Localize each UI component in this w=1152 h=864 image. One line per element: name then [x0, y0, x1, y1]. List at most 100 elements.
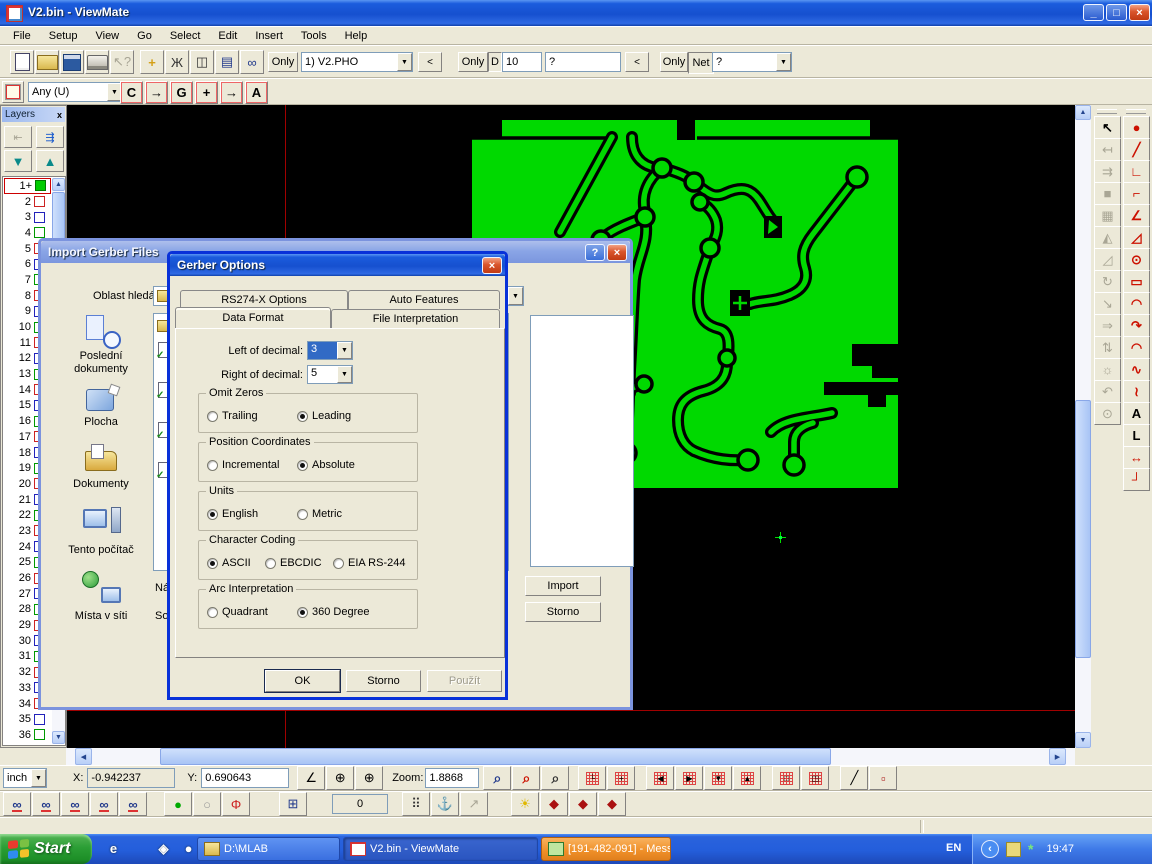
- draw-tool-button[interactable]: ↷: [1123, 314, 1150, 337]
- menu-go[interactable]: Go: [128, 30, 161, 42]
- panel-grip[interactable]: [1126, 109, 1146, 114]
- layer-insert-button[interactable]: ⇤: [4, 126, 32, 148]
- apply-button[interactable]: Použít: [427, 670, 502, 692]
- documents-icon[interactable]: [81, 443, 123, 477]
- close-button[interactable]: ×: [1129, 4, 1150, 21]
- language-indicator[interactable]: EN: [946, 842, 961, 854]
- view-mode-button[interactable]: ∞: [32, 792, 60, 816]
- layer-color-swatch[interactable]: [34, 729, 45, 740]
- edit-tool-button[interactable]: ☼: [1094, 358, 1121, 381]
- chevron-down-icon[interactable]: ▼: [31, 769, 46, 787]
- draw-tool-button[interactable]: ●: [1123, 116, 1150, 139]
- ok-button[interactable]: OK: [265, 670, 340, 692]
- highlight-button[interactable]: ○: [193, 792, 221, 816]
- any-filter-combo[interactable]: Any (U) ▼: [28, 82, 123, 102]
- highlight-toolbar-button[interactable]: C: [120, 81, 143, 104]
- panel-grip[interactable]: [1097, 109, 1117, 114]
- selection-filter-button[interactable]: [2, 81, 24, 103]
- radio-metric[interactable]: [297, 509, 308, 520]
- right-decimal-combo[interactable]: 5 ▼: [307, 365, 353, 384]
- pan-grid-button[interactable]: ▶: [675, 766, 703, 790]
- menu-file[interactable]: File: [4, 30, 40, 42]
- canvas-hscrollbar[interactable]: ◀ ▶: [66, 748, 1075, 765]
- tray-messenger-icon[interactable]: [1006, 842, 1021, 857]
- menu-view[interactable]: View: [86, 30, 128, 42]
- tray-clock[interactable]: 19:47: [1046, 843, 1074, 855]
- measure-tool-button[interactable]: ∠: [297, 766, 325, 790]
- zoom-tool-button[interactable]: ⌕: [541, 766, 569, 790]
- draw-tool-button[interactable]: ◿: [1123, 226, 1150, 249]
- view-mode-button[interactable]: ∞: [119, 792, 147, 816]
- draw-tool-button[interactable]: A: [1123, 402, 1150, 425]
- scrollbar-thumb[interactable]: [1075, 400, 1091, 658]
- view-mode-button[interactable]: ∞: [61, 792, 89, 816]
- pan-grid-button[interactable]: ╱: [840, 766, 868, 790]
- network-places-icon[interactable]: [81, 569, 123, 603]
- tab-file-interpretation[interactable]: File Interpretation: [331, 309, 500, 328]
- start-button[interactable]: Start: [0, 834, 92, 864]
- edit-tool-button[interactable]: ◭: [1094, 226, 1121, 249]
- chevron-down-icon[interactable]: ▼: [397, 53, 412, 71]
- edit-tool-button[interactable]: ↖: [1094, 116, 1121, 139]
- zoom-value[interactable]: 1.8868: [425, 768, 479, 788]
- prev-layer-button[interactable]: <: [418, 52, 442, 72]
- draw-tool-button[interactable]: ≀: [1123, 380, 1150, 403]
- canvas-vscrollbar[interactable]: ▲ ▼: [1075, 105, 1091, 748]
- chevron-down-icon[interactable]: ▼: [508, 287, 523, 305]
- highlight-toolbar-button[interactable]: G: [170, 81, 193, 104]
- flash-button[interactable]: ◆: [540, 792, 568, 816]
- layer-combo[interactable]: 1) V2.PHO ▼: [301, 52, 413, 72]
- print-toolbar-button[interactable]: [85, 50, 109, 74]
- view-toolbar-button[interactable]: +: [140, 50, 164, 74]
- zoom-tool-button[interactable]: ⌕: [512, 766, 540, 790]
- view-toolbar-button[interactable]: Ж: [165, 50, 189, 74]
- dcode-input[interactable]: 10: [502, 52, 542, 72]
- radio-ascii[interactable]: [207, 558, 218, 569]
- edit-tool-button[interactable]: ⇅: [1094, 336, 1121, 359]
- quick-launch-icon[interactable]: ◈: [154, 839, 173, 858]
- draw-tool-button[interactable]: ╱: [1123, 138, 1150, 161]
- layer-color-swatch[interactable]: [34, 212, 45, 223]
- radio-leading[interactable]: [297, 411, 308, 422]
- scroll-down-icon[interactable]: ▼: [1075, 732, 1091, 748]
- highlight-button[interactable]: ●: [164, 792, 192, 816]
- file-toolbar-button[interactable]: [60, 50, 84, 74]
- layers-close-icon[interactable]: x: [57, 110, 62, 120]
- chevron-down-icon[interactable]: ▼: [337, 342, 352, 359]
- edit-tool-button[interactable]: ↤: [1094, 138, 1121, 161]
- edit-tool-button[interactable]: ↻: [1094, 270, 1121, 293]
- edit-tool-button[interactable]: ↶: [1094, 380, 1121, 403]
- file-toolbar-button[interactable]: [10, 50, 34, 74]
- highlight-toolbar-button[interactable]: →: [145, 81, 168, 104]
- net-combo[interactable]: ? ▼: [712, 52, 792, 72]
- cancel-button[interactable]: Storno: [525, 602, 601, 622]
- cancel-button[interactable]: Storno: [346, 670, 421, 692]
- recent-documents-icon[interactable]: [81, 315, 123, 349]
- radio-ebcdic[interactable]: [265, 558, 276, 569]
- layer-row[interactable]: 36: [4, 727, 51, 743]
- highlight-button[interactable]: Φ: [222, 792, 250, 816]
- draw-tool-button[interactable]: ◠: [1123, 336, 1150, 359]
- pan-grid-button[interactable]: ▫: [869, 766, 897, 790]
- draw-tool-button[interactable]: ▭: [1123, 270, 1150, 293]
- only-dcode-button[interactable]: Only: [458, 52, 488, 72]
- flash-button[interactable]: ◆: [598, 792, 626, 816]
- highlight-toolbar-button[interactable]: →: [220, 81, 243, 104]
- scroll-right-icon[interactable]: ▶: [1049, 748, 1066, 765]
- draw-tool-button[interactable]: ↔: [1123, 446, 1150, 469]
- pan-grid-button[interactable]: □: [772, 766, 800, 790]
- left-decimal-combo[interactable]: 3 ▼: [307, 341, 353, 360]
- flash-button[interactable]: ☀: [511, 792, 539, 816]
- scroll-left-icon[interactable]: ◀: [75, 748, 92, 765]
- draw-tool-button[interactable]: L: [1123, 424, 1150, 447]
- radio-incremental[interactable]: [207, 460, 218, 471]
- layer-row[interactable]: 3: [4, 209, 51, 225]
- gerber-dialog-titlebar[interactable]: Gerber Options ×: [170, 254, 505, 276]
- file-toolbar-button[interactable]: [35, 50, 59, 74]
- view-mode-button[interactable]: ∞: [90, 792, 118, 816]
- draw-tool-button[interactable]: ∠: [1123, 204, 1150, 227]
- tab-data-format[interactable]: Data Format: [175, 307, 331, 328]
- edit-tool-button[interactable]: ⇉: [1094, 160, 1121, 183]
- scroll-down-icon[interactable]: ▼: [52, 731, 65, 744]
- chevron-down-icon[interactable]: ▼: [776, 53, 791, 71]
